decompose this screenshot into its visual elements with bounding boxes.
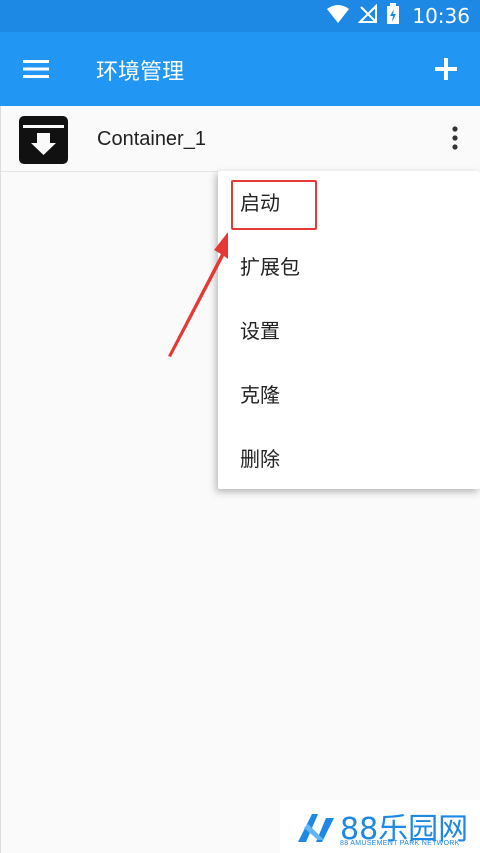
plus-icon	[435, 58, 457, 80]
more-options-button[interactable]	[443, 120, 467, 156]
brand-logo-icon	[298, 814, 334, 842]
page-title: 环境管理	[96, 60, 185, 85]
watermark: 88乐园网 88 AMUSEMENT PARK NETWORK	[280, 800, 480, 853]
wifi-icon	[326, 4, 350, 29]
no-signal-icon	[357, 3, 378, 29]
archive-icon	[19, 116, 68, 164]
list-item[interactable]: Container_1	[1, 106, 480, 172]
annotation-highlight-box	[231, 180, 317, 230]
menu-item-clone[interactable]: 克隆	[218, 363, 480, 427]
menu-item-delete[interactable]: 删除	[218, 427, 480, 491]
status-bar: 10:36	[0, 0, 480, 32]
add-container-button[interactable]	[426, 49, 466, 89]
container-name: Container_1	[97, 128, 206, 150]
hamburger-icon	[23, 60, 49, 78]
more-vert-icon	[452, 126, 458, 150]
status-time: 10:36	[412, 4, 470, 28]
menu-item-extensions[interactable]: 扩展包	[218, 235, 480, 299]
battery-charging-icon	[386, 2, 400, 30]
watermark-subtitle: 88 AMUSEMENT PARK NETWORK	[340, 840, 460, 847]
app-bar: 环境管理	[0, 32, 480, 106]
menu-button[interactable]	[18, 51, 54, 87]
status-icons: 10:36	[326, 0, 470, 32]
menu-item-settings[interactable]: 设置	[218, 299, 480, 363]
